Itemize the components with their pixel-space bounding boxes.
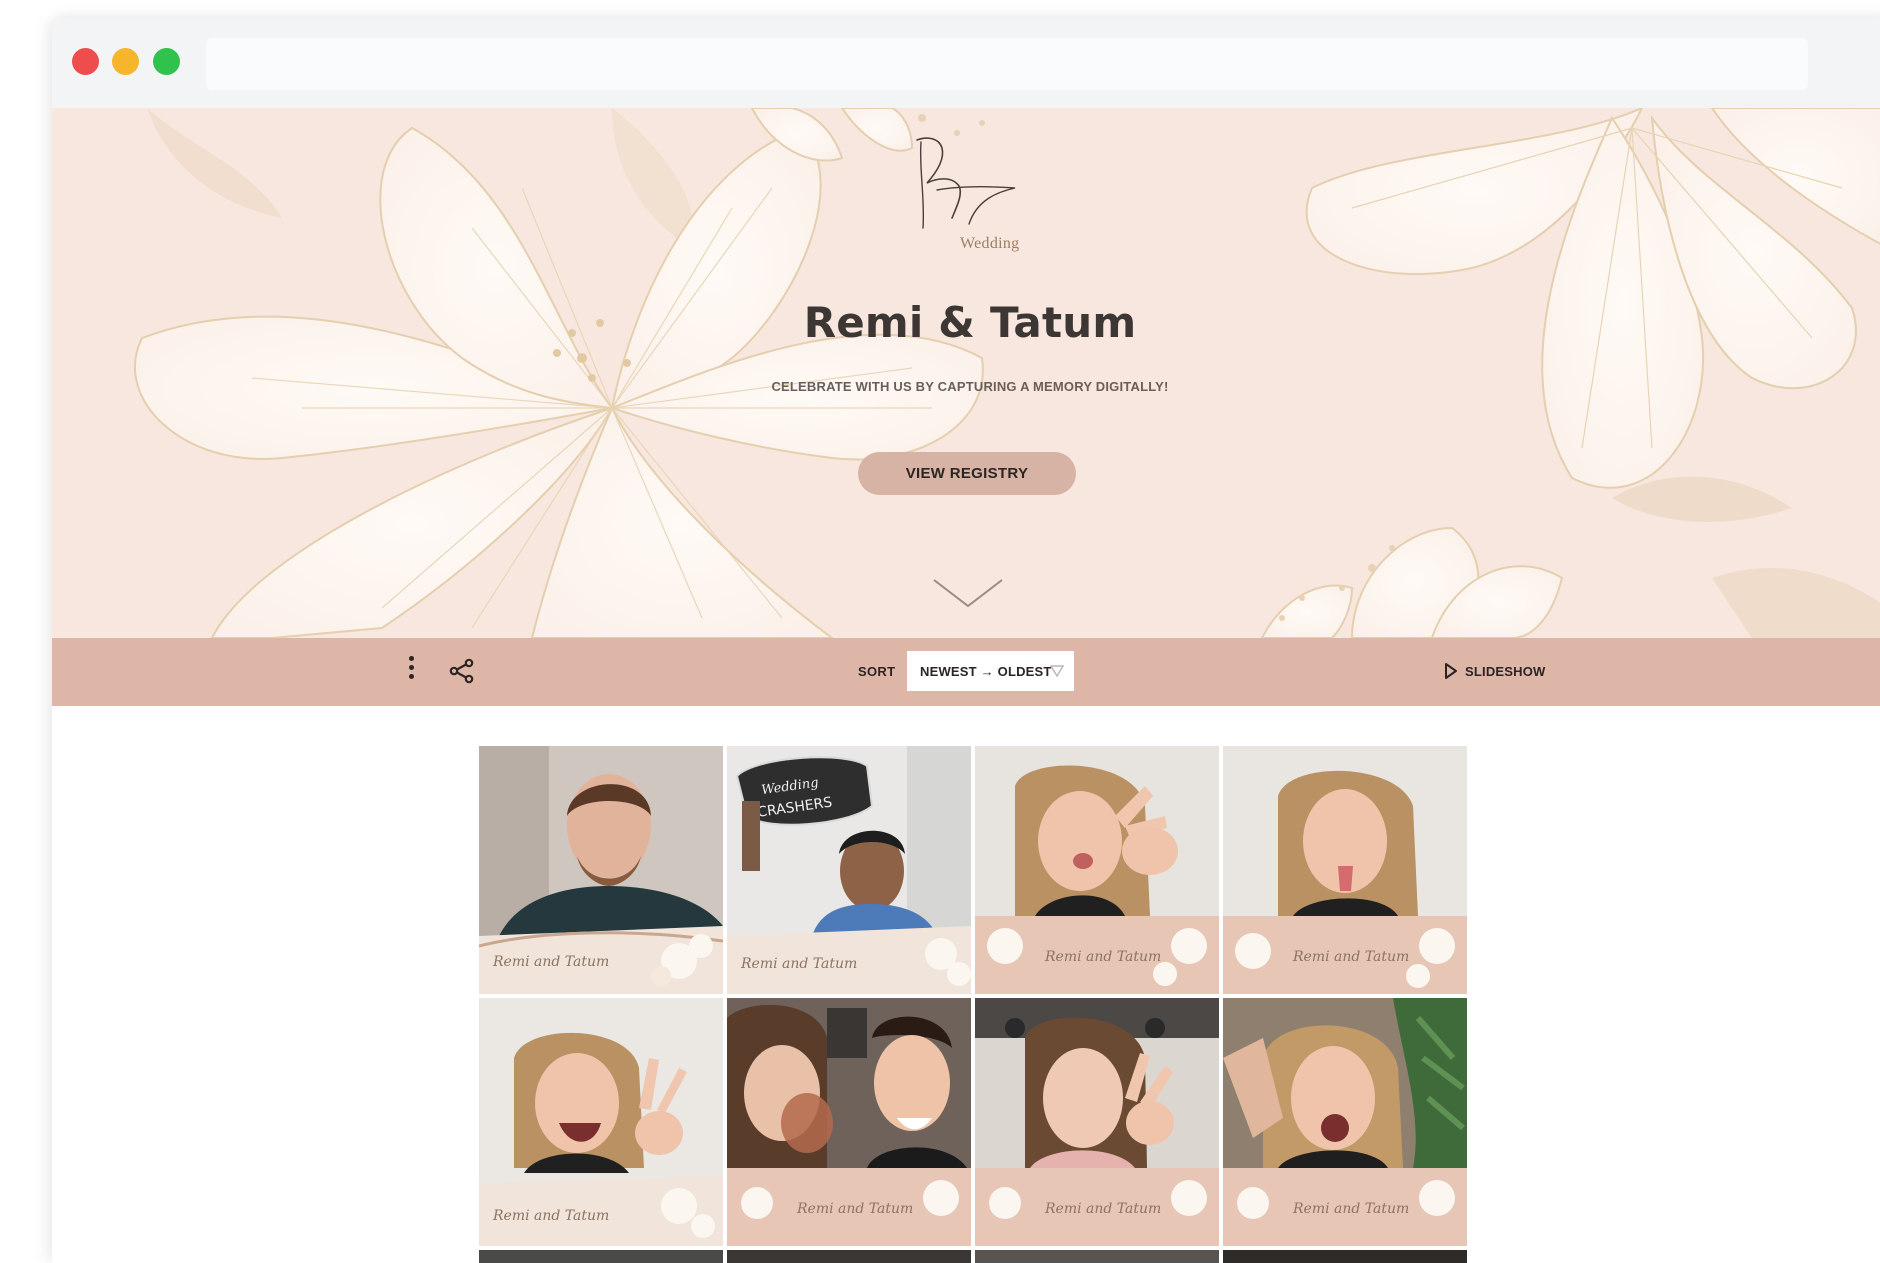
- svg-text:Remi and Tatum: Remi and Tatum: [740, 956, 857, 972]
- sort-select-value: NEWEST → OLDEST: [920, 664, 1052, 679]
- chevron-down-icon[interactable]: [932, 578, 1004, 608]
- minimize-window-button[interactable]: [112, 48, 139, 75]
- hero-banner: Wedding Remi & Tatum CELEBRATE WITH US B…: [52, 108, 1880, 638]
- gallery-photo-12[interactable]: [1223, 1250, 1467, 1263]
- slideshow-label: SLIDESHOW: [1465, 664, 1546, 679]
- gallery-photo-9[interactable]: [479, 1250, 723, 1263]
- monogram-logo: [897, 128, 1027, 238]
- sort-label: SORT: [858, 664, 896, 679]
- gallery-photo-5[interactable]: Remi and Tatum: [479, 998, 723, 1246]
- more-vertical-icon[interactable]: [405, 652, 417, 692]
- gallery-photo-7[interactable]: Remi and Tatum: [975, 998, 1219, 1246]
- svg-text:Remi and Tatum: Remi and Tatum: [1044, 1201, 1161, 1217]
- gallery-photo-2[interactable]: Wedding CRASHERS Remi and Tatum: [727, 746, 971, 994]
- play-icon: [1445, 663, 1457, 679]
- gallery-photo-1[interactable]: Remi and Tatum: [479, 746, 723, 994]
- gallery-photo-10[interactable]: [727, 1250, 971, 1263]
- rt-monogram-icon: [916, 137, 1016, 229]
- hero-tagline: CELEBRATE WITH US BY CAPTURING A MEMORY …: [771, 379, 1169, 394]
- sort-select[interactable]: NEWEST → OLDEST: [907, 651, 1074, 691]
- share-icon[interactable]: [447, 656, 477, 686]
- svg-text:Remi and Tatum: Remi and Tatum: [492, 954, 609, 970]
- view-registry-button[interactable]: VIEW REGISTRY: [858, 452, 1076, 495]
- gallery-photo-8[interactable]: Remi and Tatum: [1223, 998, 1467, 1246]
- gallery-photo-11[interactable]: [975, 1250, 1219, 1263]
- gallery-photo-4[interactable]: Remi and Tatum: [1223, 746, 1467, 994]
- browser-chrome: [52, 18, 1880, 108]
- photo-gallery-grid: Remi and Tatum Wedding CRASHERS Remi and…: [479, 746, 1471, 1263]
- dropdown-caret-icon: [1050, 665, 1064, 677]
- maximize-window-button[interactable]: [153, 48, 180, 75]
- couple-names-heading: Remi & Tatum: [803, 298, 1137, 347]
- address-bar[interactable]: [206, 38, 1808, 90]
- close-window-button[interactable]: [72, 48, 99, 75]
- gallery-photo-3[interactable]: Remi and Tatum: [975, 746, 1219, 994]
- svg-text:Remi and Tatum: Remi and Tatum: [796, 1201, 913, 1217]
- svg-text:Remi and Tatum: Remi and Tatum: [492, 1208, 609, 1224]
- gallery-photo-6[interactable]: Remi and Tatum: [727, 998, 971, 1246]
- svg-text:Remi and Tatum: Remi and Tatum: [1292, 949, 1409, 965]
- svg-text:Remi and Tatum: Remi and Tatum: [1044, 949, 1161, 965]
- gallery-toolbar: SORT NEWEST → OLDEST SLIDESHOW: [52, 638, 1880, 706]
- monogram-word: Wedding: [960, 235, 1020, 252]
- svg-text:Remi and Tatum: Remi and Tatum: [1292, 1201, 1409, 1217]
- browser-window: Wedding Remi & Tatum CELEBRATE WITH US B…: [52, 18, 1880, 1263]
